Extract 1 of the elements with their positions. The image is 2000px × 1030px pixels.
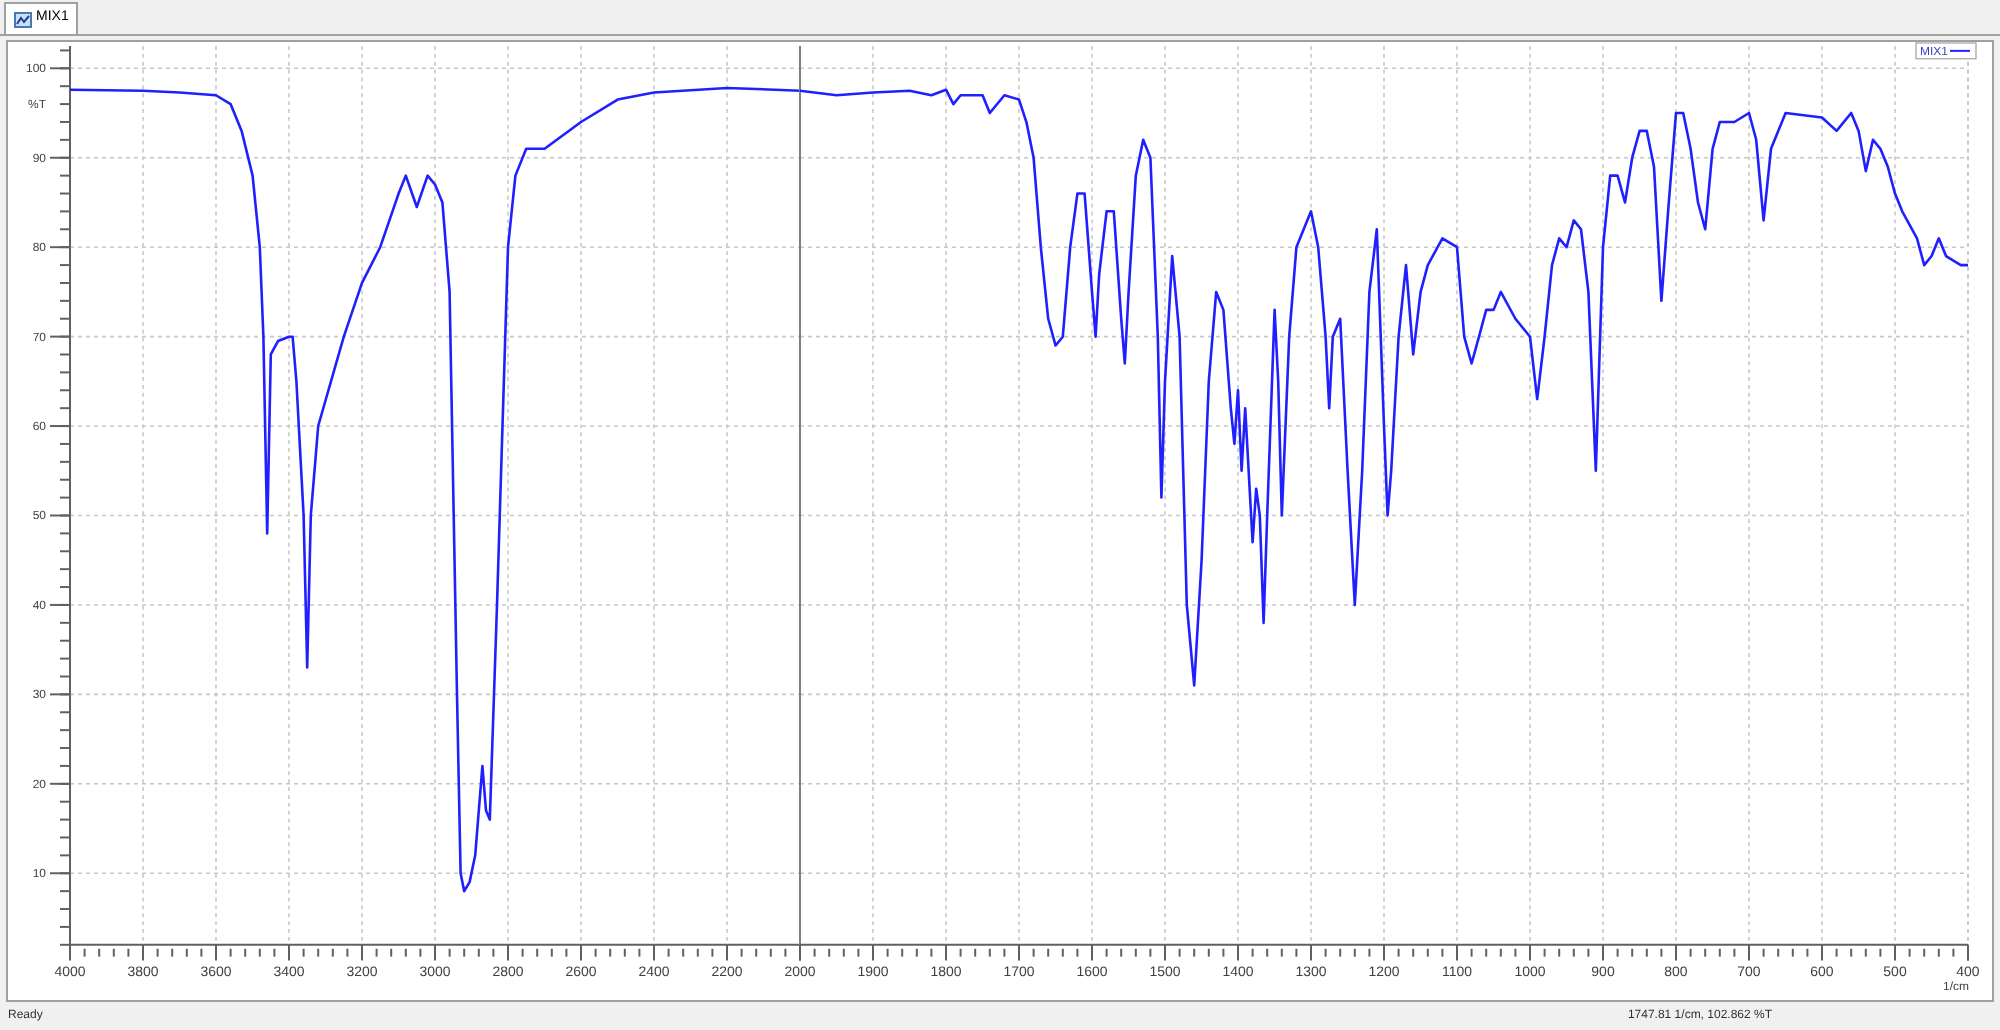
- chart-icon: [14, 11, 32, 27]
